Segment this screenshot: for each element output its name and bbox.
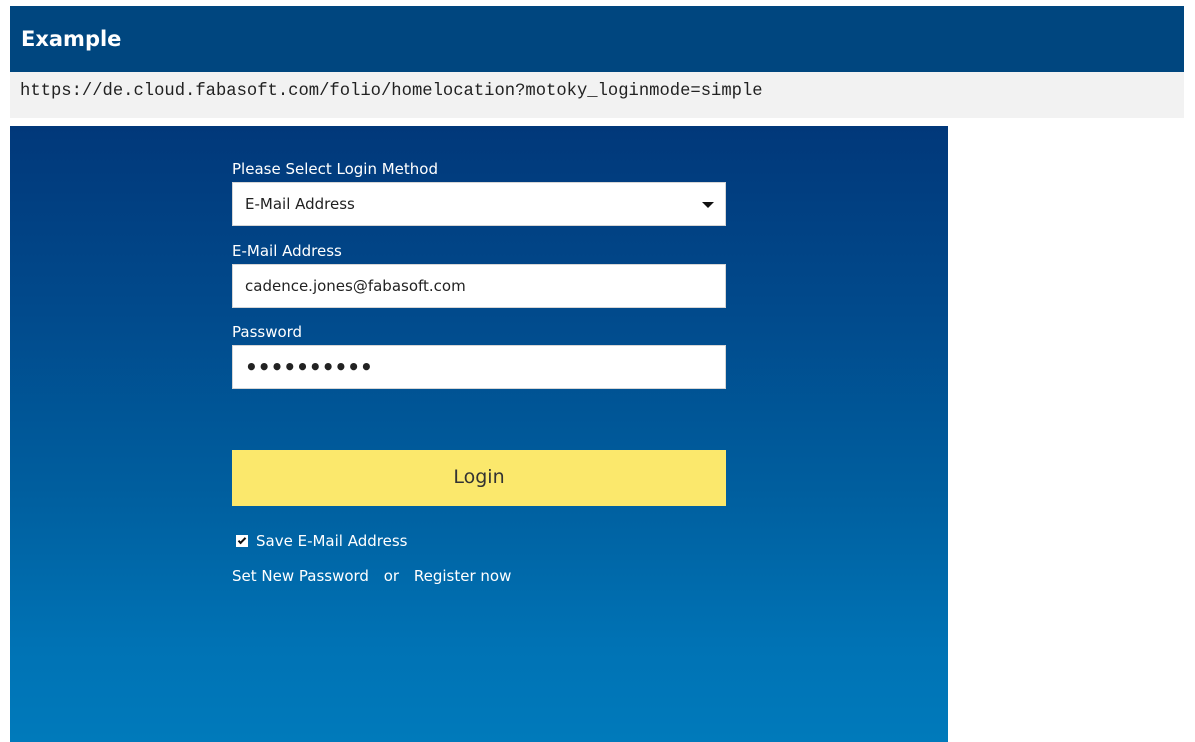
save-email-option: Save E-Mail Address (236, 532, 407, 550)
login-button-label: Login (453, 466, 505, 488)
or-separator: or (383, 567, 400, 585)
login-panel: Please Select Login Method E-Mail Addres… (10, 126, 948, 742)
example-header: Example (10, 6, 1184, 72)
url-text: https://de.cloud.fabasoft.com/folio/home… (20, 82, 763, 101)
page: Example https://de.cloud.fabasoft.com/fo… (0, 0, 1195, 742)
password-label: Password (232, 323, 303, 341)
save-email-label[interactable]: Save E-Mail Address (256, 533, 407, 549)
checkmark-icon (237, 535, 247, 545)
url-display: https://de.cloud.fabasoft.com/folio/home… (10, 72, 1184, 118)
save-email-checkbox[interactable] (236, 535, 248, 547)
login-method-select[interactable]: E-Mail Address (232, 182, 726, 226)
password-value: •••••••••• (245, 355, 373, 379)
password-field[interactable]: •••••••••• (232, 345, 726, 389)
set-new-password-link[interactable]: Set New Password (232, 569, 369, 584)
email-field[interactable]: cadence.jones@fabasoft.com (232, 264, 726, 308)
login-method-value: E-Mail Address (245, 195, 355, 213)
caret-down-icon (702, 202, 714, 208)
register-now-link[interactable]: Register now (414, 569, 511, 584)
login-method-label: Please Select Login Method (232, 160, 438, 178)
account-links: Set New Password or Register now (232, 569, 511, 584)
email-value: cadence.jones@fabasoft.com (245, 277, 466, 295)
email-label: E-Mail Address (232, 242, 342, 260)
login-button[interactable]: Login (232, 450, 726, 506)
example-title: Example (21, 27, 122, 51)
